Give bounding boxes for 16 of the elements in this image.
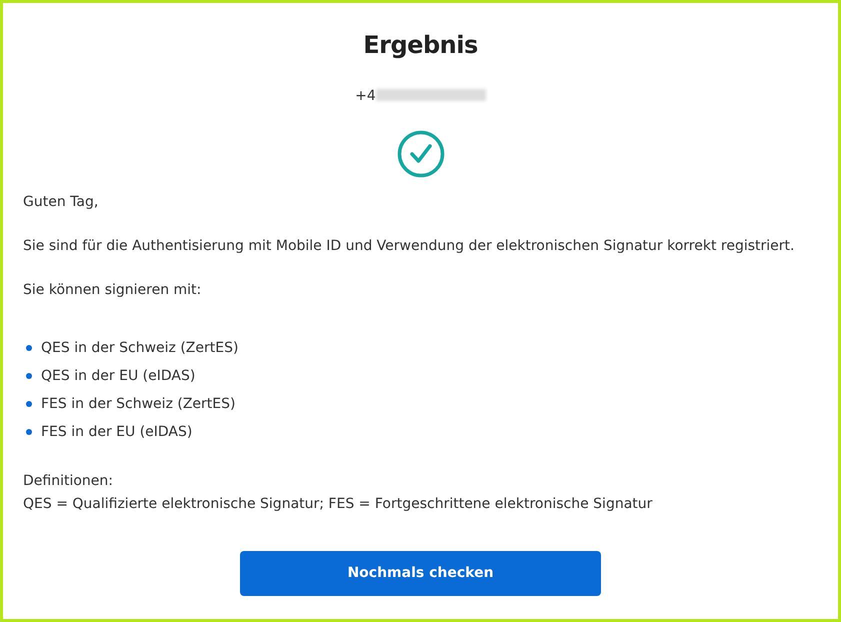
list-item-text: FES in der Schweiz (ZertES) [41, 395, 236, 414]
definitions-heading: Definitionen: [23, 473, 113, 489]
list-item-text: QES in der EU (eIDAS) [41, 367, 196, 386]
message-text: Sie sind für die Authentisierung mit Mobile ID und Verwendung der elektronischen Signatur korrekt registriert. [23, 238, 794, 254]
check-again-button[interactable]: Nochmals checken [240, 551, 601, 596]
definitions-text: QES = Qualifizierte elektronische Signatur; FES = Fortgeschrittene elektronische Signatur [23, 496, 652, 512]
phone-number: +4 [355, 88, 376, 104]
page-title: Ergebnis [363, 30, 478, 61]
bullet-icon [26, 373, 32, 379]
list-item-text: QES in der Schweiz (ZertES) [41, 339, 238, 358]
bullet-icon [26, 429, 32, 435]
list-item-text: FES in der EU (eIDAS) [41, 423, 192, 442]
list-intro-text: Sie können signieren mit: [23, 282, 202, 298]
bullet-icon [26, 345, 32, 351]
greeting-text: Guten Tag, [23, 194, 98, 210]
bullet-icon [26, 401, 32, 407]
